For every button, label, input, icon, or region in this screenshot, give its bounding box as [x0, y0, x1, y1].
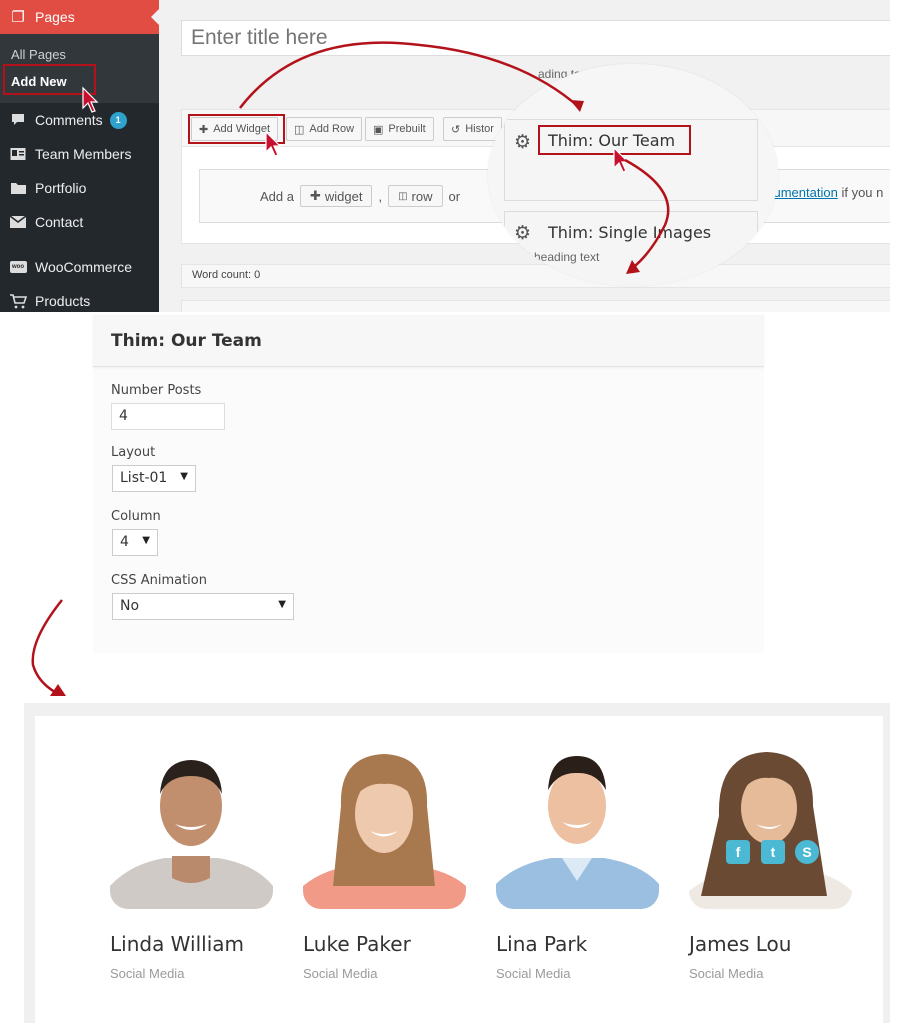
inline-add-row-button[interactable]: ◫ row [388, 185, 443, 207]
widget-list-zoom: ⚙ Thim: Our Team ⚙ Thim: Single Images d… [488, 64, 778, 286]
add-new-highlight [3, 64, 96, 95]
member-photo [496, 746, 659, 909]
dropdown-arrow-icon: ▼ [142, 535, 150, 546]
member-photo [303, 746, 466, 909]
css-animation-select-value: No [120, 598, 140, 614]
inline-widget-label: widget [324, 188, 363, 204]
facebook-icon[interactable]: f [726, 840, 750, 864]
menu-label-team-members: Team Members [35, 146, 132, 162]
submenu-all-pages[interactable]: All Pages [11, 47, 66, 62]
dropdown-arrow-icon: ▼ [180, 471, 188, 482]
woocommerce-icon: woo [8, 257, 28, 277]
menu-label-pages: Pages [35, 9, 75, 25]
menu-item-woocommerce[interactable]: woo WooCommerce [0, 250, 159, 284]
arrow-curve [31, 599, 63, 694]
menu-item-pages[interactable]: ❐ Pages [0, 0, 159, 34]
member-name: Linda William [110, 932, 244, 956]
add-widget-highlight [188, 114, 285, 144]
css-animation-label: CSS Animation [111, 573, 207, 588]
dropdown-arrow-icon: ▼ [278, 599, 286, 610]
skype-icon[interactable]: S [795, 840, 819, 864]
history-label: Histor [465, 123, 494, 135]
documentation-link[interactable]: cumentation [767, 185, 838, 200]
widget-name-single-images: Thim: Single Images [548, 223, 712, 242]
cart-icon [8, 291, 28, 311]
columns-icon: ◫ [398, 190, 408, 202]
menu-item-team-members[interactable]: Team Members [0, 137, 159, 171]
empty-state-suffix: if you n [841, 185, 884, 200]
arrow-head-icon [50, 684, 66, 696]
member-role: Social Media [303, 966, 378, 981]
twitter-icon[interactable]: t [761, 840, 785, 864]
editor-bottom-box [181, 300, 890, 312]
layout-select[interactable]: List-01 ▼ [112, 465, 196, 492]
member-photo [110, 746, 273, 909]
add-row-label: Add Row [309, 123, 355, 135]
heading-text-note-2: d heading text [524, 250, 600, 264]
menu-label-products: Products [35, 293, 91, 309]
number-posts-input[interactable]: 4 [111, 403, 225, 430]
pages-icon: ❐ [11, 9, 25, 26]
prebuilt-button[interactable]: ▣ Prebuilt [365, 117, 434, 141]
columns-icon: ◫ [294, 123, 305, 136]
envelope-icon [8, 212, 28, 232]
menu-label-contact: Contact [35, 214, 84, 230]
layout-label: Layout [111, 445, 156, 460]
member-name: Lina Park [496, 932, 588, 956]
undo-icon: ↺ [451, 123, 461, 136]
css-animation-select[interactable]: No ▼ [112, 593, 294, 620]
empty-state-comma: , [378, 188, 383, 204]
inline-row-label: row [411, 188, 433, 204]
our-team-highlight [538, 125, 691, 155]
member-name: James Lou [689, 932, 792, 956]
menu-item-comments[interactable]: Comments 1 [0, 103, 159, 137]
column-select-value: 4 [120, 534, 129, 550]
member-role: Social Media [689, 966, 764, 981]
layout-select-value: List-01 [120, 470, 168, 486]
member-role: Social Media [496, 966, 571, 981]
id-card-icon [8, 144, 28, 164]
column-label: Column [111, 509, 161, 524]
form-title: Thim: Our Team [111, 331, 262, 351]
member-photo: f t S [689, 746, 852, 909]
team-member-card[interactable]: Linda William Social Media [110, 746, 273, 981]
comments-count-badge: 1 [109, 111, 127, 129]
column-select[interactable]: 4 ▼ [112, 529, 158, 556]
comment-icon [8, 110, 28, 130]
menu-label-comments: Comments [35, 112, 103, 128]
team-member-card[interactable]: f t S James Lou Social Media [689, 746, 852, 981]
menu-label-woocommerce: WooCommerce [35, 259, 132, 275]
wp-admin-screenshot: ❐ Pages All Pages Add New Comments 1 Tea… [0, 0, 890, 312]
menu-label-portfolio: Portfolio [35, 180, 87, 196]
plus-icon: ✚ [309, 188, 321, 203]
cubes-icon: ▣ [373, 123, 384, 136]
team-member-card[interactable]: Luke Paker Social Media [303, 746, 466, 981]
menu-item-portfolio[interactable]: Portfolio [0, 171, 159, 205]
form-header: Thim: Our Team [93, 315, 764, 367]
menu-item-products[interactable]: Products [0, 284, 159, 312]
empty-state-or: or [448, 188, 461, 204]
menu-item-contact[interactable]: Contact [0, 205, 159, 239]
gear-icon: ⚙ [514, 223, 532, 244]
folder-icon [8, 178, 28, 198]
empty-state-prefix: Add a [260, 188, 294, 204]
member-name: Luke Paker [303, 932, 411, 956]
gear-icon: ⚙ [514, 132, 532, 153]
prebuilt-label: Prebuilt [388, 123, 426, 135]
add-row-button[interactable]: ◫ Add Row [286, 117, 363, 141]
inline-add-widget-button[interactable]: ✚ widget [299, 185, 373, 207]
post-title-input[interactable] [181, 20, 890, 56]
number-posts-label: Number Posts [111, 383, 202, 398]
admin-sidebar: ❐ Pages All Pages Add New Comments 1 Tea… [0, 0, 159, 312]
widget-settings-form: Thim: Our Team Number Posts 4 Layout Lis… [93, 315, 764, 653]
team-member-card[interactable]: Lina Park Social Media [496, 746, 659, 981]
history-button[interactable]: ↺ Histor [443, 117, 502, 141]
member-role: Social Media [110, 966, 185, 981]
